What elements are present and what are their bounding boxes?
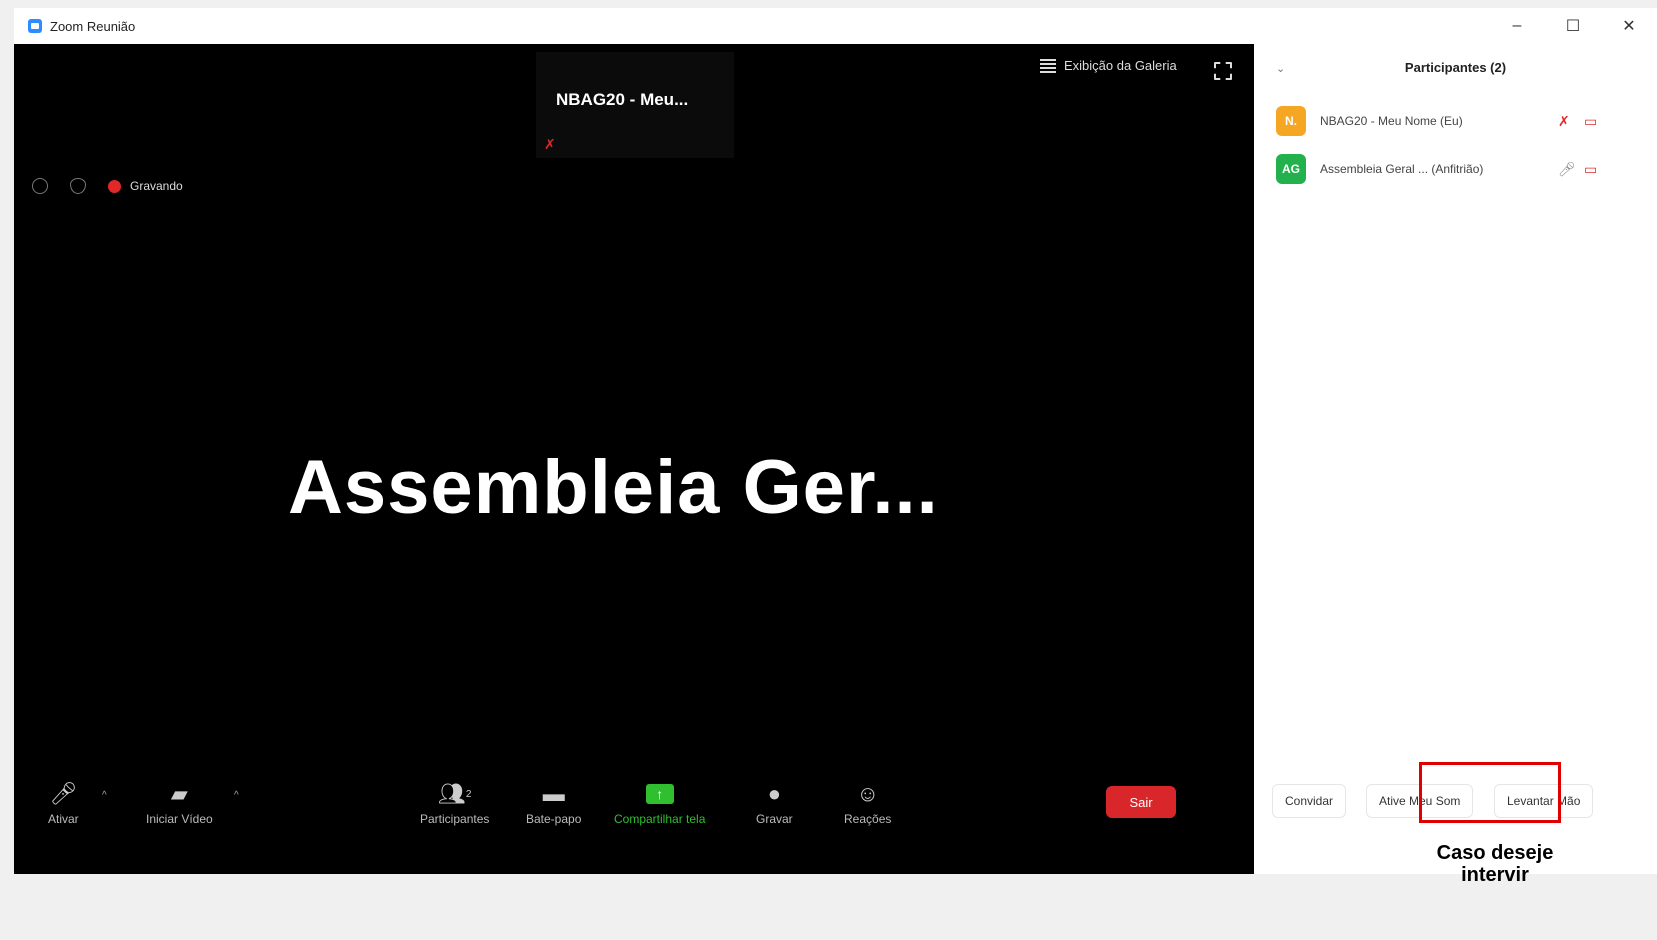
- self-video-tile[interactable]: NBAG20 - Meu... ✗: [536, 52, 734, 158]
- window-title: Zoom Reunião: [50, 18, 136, 34]
- leave-button[interactable]: Sair: [1106, 786, 1176, 818]
- title-bar: Zoom Reunião – ☐ ✕: [14, 8, 1657, 44]
- participants-count: 2: [465, 788, 472, 800]
- gallery-view-button[interactable]: Exibição da Galeria: [1040, 58, 1177, 73]
- annotation-line-1: Caso deseje: [1436, 842, 1554, 864]
- meeting-toolbar: 🎤︎ Ativar ^ ▰ Iniciar Vídeo ^ 👥︎ 2 Partic…: [14, 764, 1254, 874]
- unmute-label: Ativar: [48, 812, 79, 826]
- muted-mic-icon: ✗: [544, 136, 556, 152]
- window-controls: – ☐ ✕: [1489, 8, 1657, 44]
- active-speaker-name: Assembleia Ger...: [288, 445, 939, 530]
- unmute-button[interactable]: 🎤︎ Ativar: [48, 780, 79, 826]
- audio-options-chevron-icon[interactable]: ^: [102, 790, 107, 801]
- annotation-line-2: intervir: [1461, 864, 1529, 886]
- gallery-view-label: Exibição da Galeria: [1064, 58, 1177, 73]
- start-video-label: Iniciar Vídeo: [146, 812, 213, 826]
- recording-icon: [108, 180, 121, 193]
- zoom-window: Zoom Reunião – ☐ ✕ NBAG20 - Meu... ✗ Exi…: [14, 8, 1657, 874]
- chat-bubble-icon: ▬: [542, 781, 565, 806]
- zoom-app-icon: [28, 19, 42, 33]
- chat-button[interactable]: ▬ Bate-papo: [526, 780, 581, 826]
- self-tile-name: NBAG20 - Meu...: [556, 90, 689, 109]
- invite-button[interactable]: Convidar: [1272, 784, 1347, 818]
- info-icon[interactable]: [32, 178, 48, 194]
- muted-microphone-icon: 🎤︎: [49, 781, 78, 806]
- muted-mic-icon: ✗: [1558, 112, 1570, 129]
- participants-label: Participantes: [420, 812, 490, 826]
- recording-label: Gravando: [130, 179, 183, 193]
- participants-panel-title: Participantes (2): [1404, 60, 1507, 75]
- reactions-button[interactable]: ☺ Reações: [844, 780, 891, 826]
- avatar: N.: [1276, 106, 1306, 136]
- video-off-icon: ▭: [1584, 112, 1598, 129]
- share-screen-icon: ↑: [645, 780, 674, 808]
- fullscreen-icon[interactable]: [1214, 62, 1232, 80]
- minimize-button[interactable]: –: [1489, 8, 1545, 44]
- security-shield-icon[interactable]: [70, 178, 86, 194]
- participant-name: Assembleia Geral ... (Anfitrião): [1320, 162, 1484, 176]
- close-button[interactable]: ✕: [1601, 8, 1657, 44]
- participants-icon: 👥︎ 2: [437, 781, 472, 806]
- participant-name: NBAG20 - Meu Nome (Eu): [1320, 114, 1463, 128]
- microphone-icon: 🎤︎: [1558, 160, 1576, 177]
- participant-row-host[interactable]: AG Assembleia Geral ... (Anfitrião) 🎤︎ ▭: [1276, 152, 1646, 186]
- participants-button[interactable]: 👥︎ 2 Participantes: [420, 780, 489, 826]
- annotation-note: Caso deseje intervir: [1410, 842, 1580, 886]
- video-options-chevron-icon[interactable]: ^: [234, 790, 239, 801]
- record-label: Gravar: [756, 812, 793, 826]
- gallery-grid-icon: [1040, 58, 1056, 73]
- start-video-button[interactable]: ▰ Iniciar Vídeo: [146, 780, 213, 826]
- avatar: AG: [1276, 154, 1306, 184]
- share-screen-label: Compartilhar tela: [614, 812, 706, 826]
- video-off-icon: ▰: [170, 781, 188, 806]
- participant-row-self[interactable]: N. NBAG20 - Meu Nome (Eu) ✗ ▭: [1276, 104, 1646, 138]
- reactions-label: Reações: [844, 812, 892, 826]
- raise-hand-highlight-box: [1419, 762, 1561, 823]
- video-area: NBAG20 - Meu... ✗ Exibição da Galeria Gr…: [14, 44, 1254, 874]
- record-button[interactable]: ● Gravar: [756, 780, 793, 826]
- record-icon: ●: [767, 781, 781, 806]
- participants-panel: ⌄ Participantes (2) N. NBAG20 - Meu Nome…: [1254, 44, 1657, 874]
- share-screen-button[interactable]: ↑ Compartilhar tela: [614, 780, 705, 826]
- video-off-icon: ▭: [1584, 160, 1598, 177]
- emoji-icon: ☺: [856, 781, 879, 806]
- chat-label: Bate-papo: [526, 812, 582, 826]
- maximize-button[interactable]: ☐: [1545, 8, 1601, 44]
